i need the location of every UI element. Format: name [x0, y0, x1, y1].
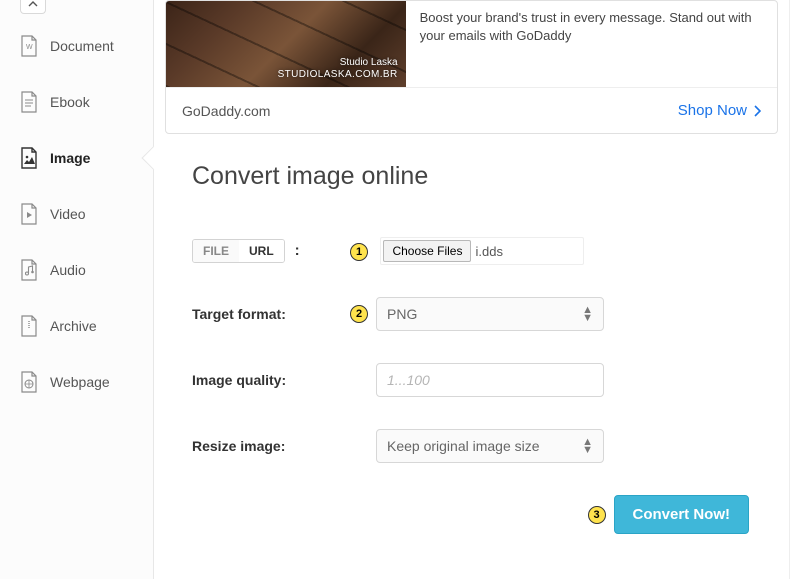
content: Convert image online FILE URL : 1 Choose…	[154, 134, 789, 534]
step-marker-3: 3	[588, 506, 606, 524]
svg-text:W: W	[26, 44, 33, 51]
resize-image-label: Resize image:	[192, 438, 342, 454]
image-icon	[20, 147, 38, 169]
sidebar-item-document[interactable]: W Document	[0, 18, 153, 74]
right-gutter	[789, 0, 800, 579]
source-tabs: FILE URL	[192, 239, 285, 263]
row-resize: Resize image: Keep original image size ▲…	[192, 429, 789, 463]
ad-copy: Boost your brand's trust in every messag…	[406, 1, 777, 87]
ad-card: Studio Laska STUDIOLASKA.COM.BR Boost yo…	[165, 0, 778, 134]
document-icon: W	[20, 35, 38, 57]
tab-url[interactable]: URL	[239, 240, 284, 262]
ad-image-credit: Studio Laska STUDIOLASKA.COM.BR	[278, 57, 398, 81]
target-format-value: PNG	[387, 306, 417, 322]
nav-label: Webpage	[50, 374, 110, 390]
sidebar-item-webpage[interactable]: Webpage	[0, 354, 153, 410]
video-icon	[20, 203, 38, 225]
sidebar-item-ebook[interactable]: Ebook	[0, 74, 153, 130]
row-file: FILE URL : 1 Choose Files i.dds	[192, 237, 789, 265]
image-quality-label: Image quality:	[192, 372, 342, 388]
nav-label: Document	[50, 38, 114, 54]
chevron-updown-icon: ▲▼	[582, 306, 593, 322]
target-format-label: Target format:	[192, 306, 342, 322]
nav-label: Image	[50, 150, 90, 166]
row-target: Target format: 2 PNG ▲▼	[192, 297, 789, 331]
image-quality-input[interactable]	[376, 363, 604, 397]
step-marker-1: 1	[350, 243, 368, 261]
archive-icon	[20, 315, 38, 337]
target-format-select[interactable]: PNG ▲▼	[376, 297, 604, 331]
sidebar-item-video[interactable]: Video	[0, 186, 153, 242]
row-convert: 3 Convert Now!	[192, 495, 789, 534]
row-quality: Image quality:	[192, 363, 789, 397]
ad-brand: GoDaddy.com	[182, 103, 270, 119]
audio-icon	[20, 259, 38, 281]
ad-image[interactable]: Studio Laska STUDIOLASKA.COM.BR	[166, 1, 406, 87]
resize-image-select[interactable]: Keep original image size ▲▼	[376, 429, 604, 463]
main-area: Studio Laska STUDIOLASKA.COM.BR Boost yo…	[154, 0, 789, 579]
nav-label: Video	[50, 206, 86, 222]
chevron-right-icon	[753, 105, 761, 117]
file-picker-wrap: Choose Files i.dds	[380, 237, 584, 265]
chosen-filename: i.dds	[475, 244, 502, 259]
page-title: Convert image online	[192, 162, 789, 191]
ebook-icon	[20, 91, 38, 113]
step-marker-2: 2	[350, 305, 368, 323]
webpage-icon	[20, 371, 38, 393]
sidebar: W Document Ebook Image Video Audio Archi…	[0, 0, 154, 579]
ad-cta-link[interactable]: Shop Now	[678, 102, 761, 119]
sidebar-item-audio[interactable]: Audio	[0, 242, 153, 298]
colon: :	[295, 242, 300, 259]
sidebar-item-image[interactable]: Image	[0, 130, 153, 186]
nav-list: W Document Ebook Image Video Audio Archi…	[0, 18, 153, 410]
tab-file[interactable]: FILE	[193, 240, 239, 262]
resize-image-value: Keep original image size	[387, 438, 540, 454]
convert-now-button[interactable]: Convert Now!	[614, 495, 750, 534]
choose-files-button[interactable]: Choose Files	[383, 240, 471, 262]
chevron-updown-icon: ▲▼	[582, 438, 593, 454]
nav-label: Archive	[50, 318, 97, 334]
nav-label: Ebook	[50, 94, 90, 110]
ad-cta-label: Shop Now	[678, 102, 747, 119]
nav-label: Audio	[50, 262, 86, 278]
sidebar-item-archive[interactable]: Archive	[0, 298, 153, 354]
collapse-toggle[interactable]	[20, 0, 46, 14]
